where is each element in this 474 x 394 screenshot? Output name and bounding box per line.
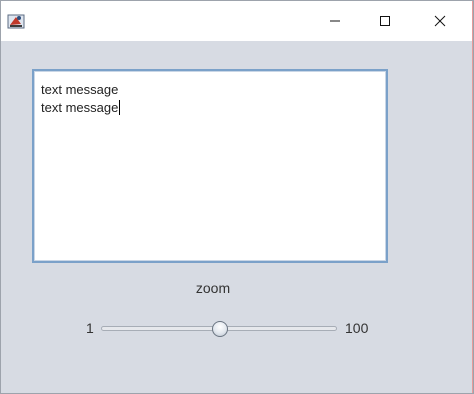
- text-line: text message: [41, 100, 119, 115]
- text-line: text message: [41, 82, 119, 97]
- slider-max-label: 100: [345, 320, 369, 336]
- minimize-icon: [330, 20, 340, 22]
- title-bar[interactable]: [1, 1, 473, 41]
- minimize-button[interactable]: [312, 1, 358, 41]
- text-line-with-caret: text message: [41, 99, 121, 117]
- close-button[interactable]: [417, 1, 463, 41]
- zoom-label: zoom: [195, 280, 231, 296]
- window-edge: [472, 1, 473, 393]
- text-caret: [119, 100, 121, 115]
- content-panel: text message text message zoom 1 100: [1, 41, 473, 393]
- text-area[interactable]: text message text message: [32, 69, 388, 263]
- maximize-icon: [380, 16, 390, 26]
- java-app-icon: [7, 12, 25, 30]
- zoom-slider-thumb[interactable]: [212, 321, 229, 337]
- maximize-button[interactable]: [362, 1, 408, 41]
- slider-min-label: 1: [86, 320, 94, 336]
- app-window: text message text message zoom 1 100: [0, 0, 474, 394]
- text-area-content: text message text message: [41, 81, 121, 117]
- close-icon: [434, 15, 446, 27]
